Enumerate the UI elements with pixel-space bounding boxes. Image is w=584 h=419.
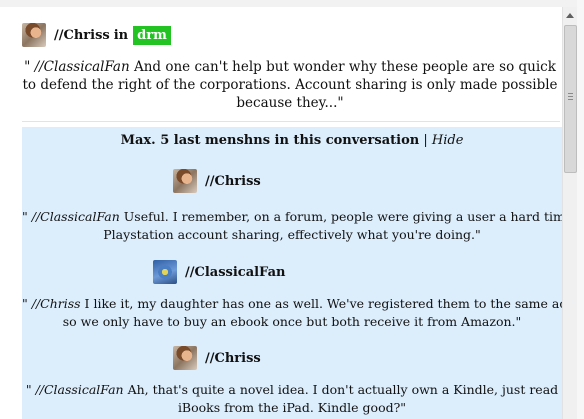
message-text-line: so we only have to buy an ebook once but… <box>62 314 522 329</box>
message-author-link[interactable]: //Chriss <box>205 174 261 189</box>
post-mention-link[interactable]: //ClassicalFan <box>35 59 130 75</box>
post-in-label: in <box>113 27 129 43</box>
post-body: " //ClassicalFan And one can't help but … <box>22 58 558 112</box>
message-text-line: Playstation account sharing, effectively… <box>103 227 481 242</box>
message-text: I like it, my daughter has one as well. … <box>80 296 562 311</box>
feed-scroll-area[interactable]: //Chriss in drm " //ClassicalFan And one… <box>0 7 562 419</box>
window-top-strip <box>0 0 584 7</box>
message-mention-link[interactable]: //Chriss <box>32 296 81 311</box>
scroll-up-button[interactable] <box>563 7 577 23</box>
scrollbar-thumb[interactable] <box>564 25 577 173</box>
conversation-header: Max. 5 last menshns in this conversation… <box>22 133 562 148</box>
window-right-edge <box>577 0 584 419</box>
post-separator <box>22 121 560 122</box>
message-text-line: " //ClassicalFan Ah, that's quite a nove… <box>22 381 562 399</box>
vertical-scrollbar[interactable] <box>562 7 577 419</box>
chriss-avatar[interactable] <box>22 23 46 47</box>
grip-icon <box>568 93 573 101</box>
conversation-panel: Max. 5 last menshns in this conversation… <box>22 127 562 419</box>
message-header: //ClassicalFan <box>153 260 285 284</box>
message-quote-open: " <box>25 382 36 397</box>
message-mention-link[interactable]: //ClassicalFan <box>32 209 120 224</box>
post-header: //Chriss in drm <box>22 22 171 48</box>
message-header: //Chriss <box>173 346 261 370</box>
message-author-link[interactable]: //ClassicalFan <box>185 265 285 280</box>
classicalfan-avatar[interactable] <box>153 260 177 284</box>
conversation-title: Max. 5 last menshns in this conversation <box>120 133 420 148</box>
chevron-up-icon <box>566 12 574 18</box>
topic-tag-drm[interactable]: drm <box>133 25 171 45</box>
message-text: Useful. I remember, on a forum, people w… <box>119 209 562 224</box>
message-text-line: " //ClassicalFan Useful. I remember, on … <box>22 208 562 226</box>
post-author-link[interactable]: //Chriss <box>54 28 110 43</box>
chriss-avatar[interactable] <box>173 346 197 370</box>
message-mention-link[interactable]: //ClassicalFan <box>36 382 124 397</box>
chriss-avatar[interactable] <box>173 169 197 193</box>
hide-conversation-link[interactable]: Hide <box>432 133 464 148</box>
message-text: Ah, that's quite a novel idea. I don't a… <box>123 382 559 397</box>
post-quote-open: " <box>24 59 31 75</box>
message-text-line: iBooks from the iPad. Kindle good?" <box>177 400 407 415</box>
message-quote-open: " <box>22 296 32 311</box>
message-quote-open: " <box>22 209 32 224</box>
conversation-divider: | <box>419 133 432 148</box>
message-author-link[interactable]: //Chriss <box>205 351 261 366</box>
message-header: //Chriss <box>173 169 261 193</box>
message-text-line: " //Chriss I like it, my daughter has on… <box>22 295 562 313</box>
